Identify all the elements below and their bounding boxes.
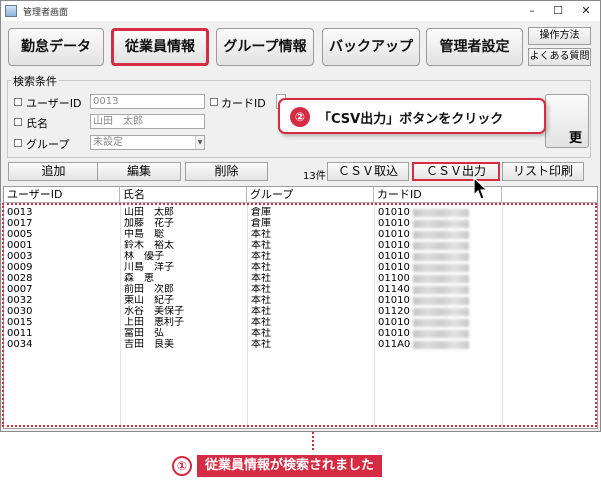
- step2-text: 「CSV出力」ボタンをクリック: [318, 112, 504, 127]
- title-bar: 管理者画面 – ☐ ✕: [1, 1, 600, 21]
- header-name[interactable]: 氏名: [120, 187, 247, 202]
- search-button[interactable]: 更: [545, 94, 589, 148]
- nav-attendance-button[interactable]: 勤怠データ: [8, 28, 104, 66]
- add-button[interactable]: 追加: [8, 162, 99, 181]
- delete-button[interactable]: 削除: [185, 162, 268, 181]
- card-id-checkbox[interactable]: [210, 98, 218, 106]
- manual-button[interactable]: 操作方法: [528, 27, 591, 45]
- name-checkbox[interactable]: [14, 118, 22, 126]
- step2-callout: ② 「CSV出力」ボタンをクリック: [278, 98, 546, 134]
- maximize-button[interactable]: ☐: [545, 1, 571, 21]
- header-user-id[interactable]: ユーザーID: [4, 187, 120, 202]
- faq-button[interactable]: よくある質問: [528, 48, 591, 66]
- nav-backup-button[interactable]: バックアップ: [322, 28, 420, 66]
- group-select-value: 未設定: [93, 137, 123, 148]
- user-id-field[interactable]: 0013: [90, 94, 205, 109]
- header-group[interactable]: グループ: [247, 187, 374, 202]
- step1-number: ①: [172, 456, 192, 476]
- window-title: 管理者画面: [23, 8, 69, 18]
- step1-text: 従業員情報が検索されました: [197, 455, 383, 477]
- chevron-down-icon[interactable]: ▼: [195, 136, 204, 149]
- nav-employee-button[interactable]: 従業員情報: [111, 28, 209, 66]
- search-button-label: 更: [568, 131, 582, 146]
- result-count: 13件: [303, 171, 326, 182]
- mouse-pointer-icon: [473, 176, 489, 204]
- nav-admin-settings-button[interactable]: 管理者設定: [426, 28, 523, 66]
- name-label: 氏名: [26, 117, 48, 130]
- user-id-label: ユーザーID: [26, 97, 82, 110]
- card-id-label: カードID: [221, 97, 266, 110]
- group-checkbox[interactable]: [14, 139, 22, 147]
- user-id-checkbox[interactable]: [14, 98, 22, 106]
- app-icon: [5, 5, 17, 17]
- step2-number: ②: [290, 107, 310, 127]
- table-header: ユーザーID 氏名 グループ カードID: [4, 187, 597, 203]
- group-label: グループ: [26, 138, 70, 151]
- close-button[interactable]: ✕: [573, 1, 599, 21]
- minimize-button[interactable]: –: [519, 1, 545, 21]
- name-field[interactable]: 山田 太郎: [90, 114, 205, 129]
- group-select[interactable]: 未設定 ▼: [90, 135, 205, 150]
- nav-group-button[interactable]: グループ情報: [216, 28, 314, 66]
- csv-import-button[interactable]: ＣＳＶ取込: [327, 162, 409, 181]
- leader-line: [312, 432, 314, 450]
- print-list-button[interactable]: リスト印刷: [502, 162, 584, 181]
- edit-button[interactable]: 編集: [97, 162, 181, 181]
- search-result-highlight: [2, 203, 597, 427]
- search-conditions-legend: 検索条件: [11, 73, 59, 89]
